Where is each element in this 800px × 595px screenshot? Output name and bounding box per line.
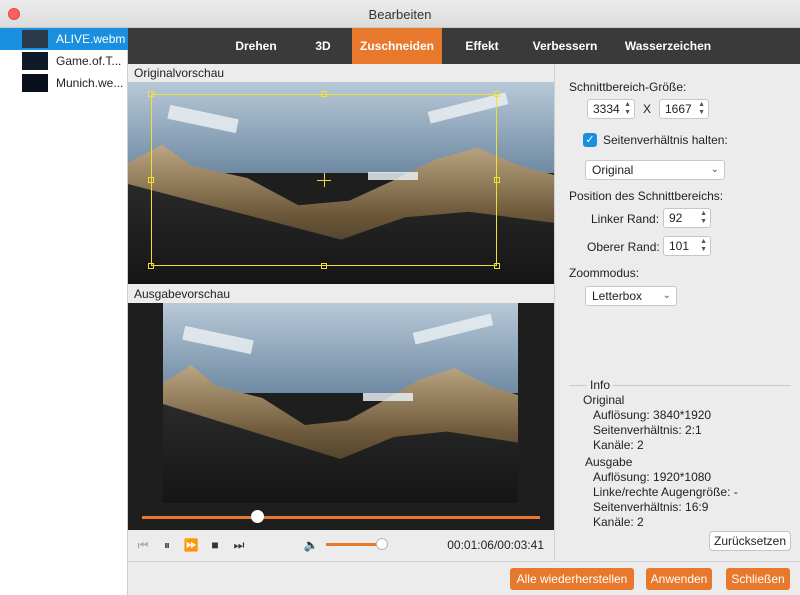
timeline-playhead[interactable] [251,510,265,523]
top-margin-value: 101 [669,239,690,253]
left-margin-label: Linker Rand: [591,212,660,226]
tab-effekt[interactable]: Effekt [450,28,514,64]
chevron-down-icon: ⌄ [662,290,671,301]
fast-forward-icon[interactable]: ⏩ [182,536,200,554]
file-item[interactable]: ALIVE.webm [0,28,128,50]
crop-height-value: 1667 [665,102,692,116]
keep-ratio-label: Seitenverhältnis halten: [603,133,728,147]
original-preview-label: Originalvorschau [128,64,554,82]
info-original-channels: Kanäle: 2 [593,438,644,452]
title-bar: Bearbeiten [0,0,800,28]
info-box: Info Original Auflösung: 3840*1920 Seite… [569,378,791,535]
top-margin-label: Oberer Rand: [587,240,660,254]
crop-center-crosshair [324,173,325,187]
volume-icon[interactable]: 🔈 [302,536,320,554]
tab-verbessern[interactable]: Verbessern [522,28,608,64]
crop-handle[interactable] [494,177,500,183]
zoom-mode-label: Zoommodus: [569,266,640,280]
video-frame [163,303,518,503]
chevron-down-icon: ⌄ [710,164,719,175]
left-margin-value: 92 [669,211,683,225]
info-original-ratio: Seitenverhältnis: 2:1 [593,423,702,437]
timecode: 00:01:06/00:03:41 [447,538,544,552]
file-list: ALIVE.webm Game.of.T... Munich.we... [0,28,128,595]
size-separator: X [643,102,652,116]
original-preview [128,82,554,284]
dialog-footer: Alle wiederherstellen Anwenden Schließen [128,561,800,595]
info-output-eye-size: Linke/rechte Augengröße: - [593,485,738,499]
crop-height-field[interactable]: 1667 ▲ ▼ [659,99,709,119]
zoom-mode-select[interactable]: Letterbox ⌄ [585,286,677,306]
zoom-mode-value: Letterbox [592,289,643,303]
crop-handle[interactable] [321,91,327,97]
tab-wasserzeichen[interactable]: Wasserzeichen [616,28,720,64]
crop-settings-panel: Schnittbereich-Größe: 3334 ▲ ▼ X 1667 ▲ ▼ … [554,64,800,561]
pause-icon[interactable]: ⏸ [158,536,176,554]
info-output-ratio: Seitenverhältnis: 16:9 [593,500,709,514]
info-output-resolution: Auflösung: 1920*1080 [593,470,712,484]
window-title: Bearbeiten [368,7,432,22]
file-item[interactable]: Munich.we... [0,72,128,94]
info-original-heading: Original [583,393,625,407]
file-name: Munich.we... [56,76,124,90]
tab-zuschneiden[interactable]: Zuschneiden [352,28,442,64]
crop-size-label: Schnittbereich-Größe: [569,80,687,94]
playback-timeline[interactable] [128,510,554,530]
file-item[interactable]: Game.of.T... [0,50,128,72]
timeline-track[interactable] [142,516,540,519]
crop-handle[interactable] [148,91,154,97]
edit-tabs: Drehen 3D Zuschneiden Effekt Verbessern … [128,28,800,64]
stop-icon[interactable]: ■ [206,536,224,554]
stepper-icon[interactable]: ▲ ▼ [698,101,705,117]
crop-handle[interactable] [321,263,327,269]
stepper-icon[interactable]: ▲ ▼ [700,210,707,226]
file-name: Game.of.T... [56,54,122,68]
crop-handle[interactable] [148,263,154,269]
file-name: ALIVE.webm [56,32,126,46]
close-button[interactable]: Schließen [726,568,790,590]
keep-ratio-checkbox[interactable]: ✓ [583,133,597,147]
top-margin-field[interactable]: 101 ▲ ▼ [663,236,711,256]
file-thumbnail [22,52,48,70]
crop-width-field[interactable]: 3334 ▲ ▼ [587,99,635,119]
skip-back-icon[interactable]: ⏮ [134,536,152,554]
stepper-icon[interactable]: ▲ ▼ [700,238,707,254]
info-output-heading: Ausgabe [585,455,633,469]
apply-button[interactable]: Anwenden [646,568,712,590]
volume-knob[interactable] [375,538,388,550]
info-original-resolution: Auflösung: 3840*1920 [593,408,712,422]
crop-position-label: Position des Schnittbereichs: [569,189,724,203]
tab-drehen[interactable]: Drehen [220,28,292,64]
info-output-channels: Kanäle: 2 [593,515,644,529]
reset-button[interactable]: Zurücksetzen [709,531,791,551]
info-title: Info [587,378,614,392]
skip-forward-icon[interactable]: ⏭ [230,536,248,554]
file-thumbnail [22,74,48,92]
playback-controls: ⏮ ⏸ ⏩ ■ ⏭ 🔈 00:01:06/00:03:41 [128,530,554,560]
crop-width-value: 3334 [593,102,620,116]
tab-3d[interactable]: 3D [300,28,346,64]
restore-all-button[interactable]: Alle wiederherstellen [510,568,634,590]
crop-handle[interactable] [148,177,154,183]
file-thumbnail [22,30,48,48]
ratio-select-value: Original [592,163,634,177]
ratio-select[interactable]: Original ⌄ [585,160,725,180]
output-preview-label: Ausgabevorschau [128,285,554,303]
stepper-icon[interactable]: ▲ ▼ [624,101,631,117]
output-preview [128,303,554,510]
crop-handle[interactable] [494,91,500,97]
crop-handle[interactable] [494,263,500,269]
left-margin-field[interactable]: 92 ▲ ▼ [663,208,711,228]
